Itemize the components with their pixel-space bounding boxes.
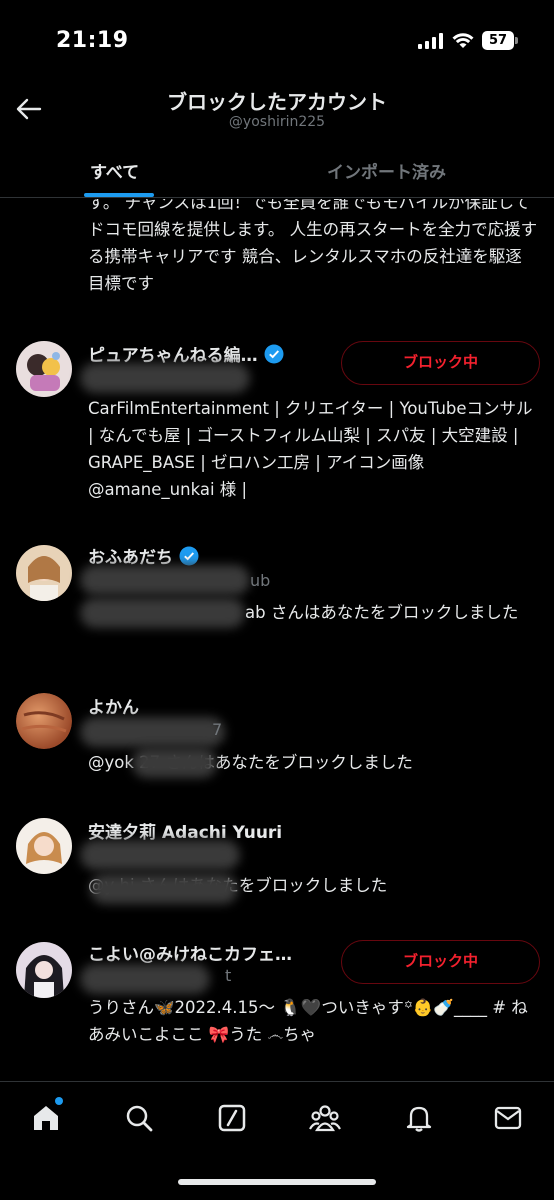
tab-imported[interactable]: インポート済み <box>327 158 446 183</box>
messages-icon <box>494 1106 522 1130</box>
redacted-mention <box>80 598 245 628</box>
account-name-line: よかん <box>88 693 139 718</box>
tab-bar: すべて インポート済み <box>0 148 554 198</box>
nav-grok[interactable] <box>214 1100 250 1136</box>
nav-communities[interactable] <box>307 1100 343 1136</box>
page-title: ブロックしたアカウント <box>167 90 387 114</box>
account-status: ab さんはあなたをブロックしました <box>245 603 519 622</box>
redacted-handle <box>80 717 225 747</box>
redacted-handle <box>80 565 250 595</box>
verified-badge-icon <box>179 546 199 566</box>
account-bio: うりさん🦋2022.4.15〜 🐧🖤ついきゃす꙳👶🍼____ # ねあみいこよこ… <box>88 998 528 1044</box>
avatar[interactable] <box>16 341 72 397</box>
list-item[interactable]: こよい@みけねこカフェ… t うりさん🦋2022.4.15〜 🐧🖤ついきゃす꙳👶… <box>0 940 554 1080</box>
battery-icon: 57 <box>482 31 518 50</box>
nav-home[interactable] <box>28 1100 64 1136</box>
list-item[interactable]: よかん 7 @yok 27 さんはあなたをブロックしました <box>0 693 554 783</box>
cellular-signal-icon <box>418 32 443 49</box>
redacted-handle <box>80 840 240 870</box>
wifi-icon <box>452 32 474 48</box>
clock: 21:19 <box>56 28 129 53</box>
account-name[interactable]: よかん <box>88 693 139 718</box>
avatar[interactable] <box>16 942 72 998</box>
account-handle-fragment: t <box>225 966 232 985</box>
communities-icon <box>309 1105 341 1132</box>
account-name-line: こよい@みけねこカフェ… <box>88 940 292 965</box>
status-bar: 21:19 57 <box>0 0 554 84</box>
tab-all[interactable]: すべて <box>90 158 139 183</box>
redacted-mention <box>132 748 217 778</box>
battery-level: 57 <box>482 31 514 50</box>
account-handle-fragment: ub <box>250 571 271 590</box>
blocked-accounts-list: す。 チャンスは1回！でも全員を誰でもモバイルが保証してドコモ回線を提供します。… <box>0 199 554 1081</box>
verified-badge-icon <box>264 344 284 364</box>
account-handle-fragment: 7 <box>212 720 223 739</box>
account-bio: CarFilmEntertainment | クリエイター | YouTubeコ… <box>88 399 533 499</box>
redacted-mention <box>90 874 238 904</box>
nav-search[interactable] <box>121 1100 157 1136</box>
nav-notifications[interactable] <box>401 1100 437 1136</box>
account-name[interactable]: こよい@みけねこカフェ… <box>88 940 292 965</box>
list-item[interactable]: おふあだち ub ab さんはあなたをブロックしました <box>0 543 554 658</box>
redacted-handle <box>80 363 250 393</box>
account-bio-truncated: す。 チャンスは1回！でも全員を誰でもモバイルが保証してドコモ回線を提供します。… <box>88 199 538 293</box>
avatar[interactable] <box>16 693 72 749</box>
search-icon <box>126 1105 153 1132</box>
blocked-button[interactable]: ブロック中 <box>341 940 540 984</box>
blocked-button[interactable]: ブロック中 <box>341 341 540 385</box>
grok-icon <box>218 1104 246 1132</box>
avatar[interactable] <box>16 545 72 601</box>
page-subtitle: @yoshirin225 <box>228 114 326 130</box>
home-indicator[interactable] <box>178 1179 376 1185</box>
home-icon <box>34 1106 58 1130</box>
status-icons: 57 <box>418 31 518 50</box>
list-item[interactable]: ピュアちゃんねる編… CarFilmEntertainment | クリエイター… <box>0 341 554 521</box>
nav-messages[interactable] <box>490 1100 526 1136</box>
list-item[interactable]: 安達夕莉 Adachi Yuuri @y hi さんはあなたをブロックしました <box>0 818 554 918</box>
redacted-handle <box>80 964 210 994</box>
notification-dot <box>55 1097 63 1105</box>
notifications-icon <box>406 1106 432 1132</box>
avatar[interactable] <box>16 818 72 874</box>
page-header: ブロックしたアカウント @yoshirin225 <box>0 84 554 144</box>
tab-active-indicator <box>84 193 154 197</box>
